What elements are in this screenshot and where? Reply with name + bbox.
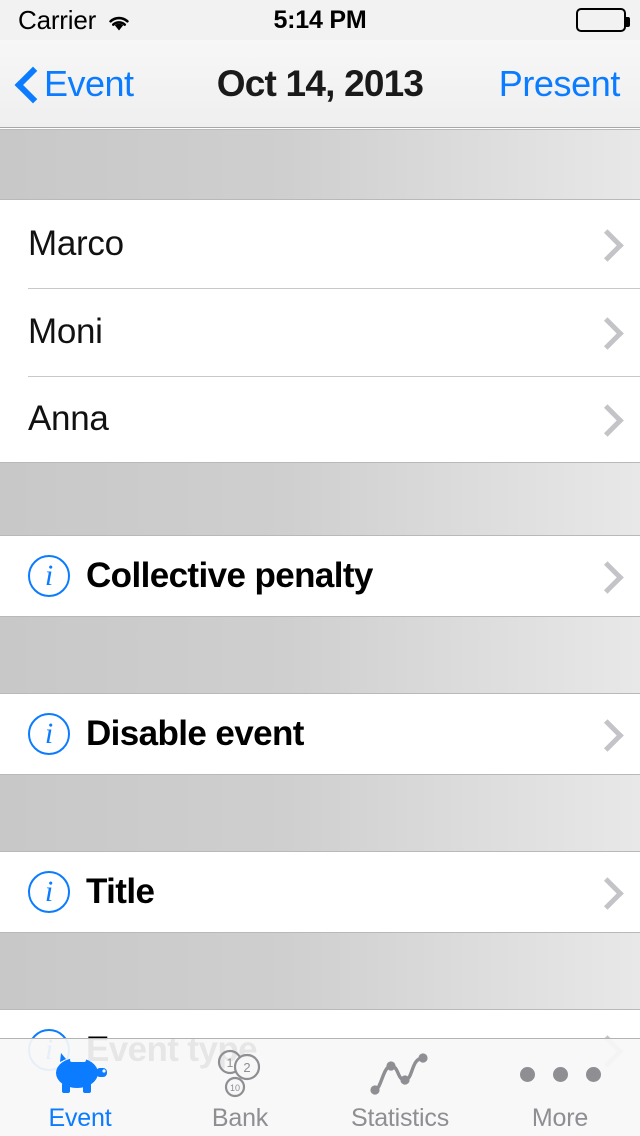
tab-label: More (531, 1104, 589, 1132)
coins-icon: 1 2 10 (210, 1048, 270, 1100)
svg-text:2: 2 (243, 1060, 250, 1075)
battery-cap (626, 17, 630, 27)
tab-event[interactable]: Event (0, 1039, 160, 1136)
row-label: Anna (28, 399, 109, 438)
table-row-marco[interactable]: Marco (0, 200, 640, 288)
row-label: Collective penalty (86, 556, 373, 595)
ellipsis-dots (519, 1066, 601, 1082)
chevron-right-icon (596, 560, 616, 592)
settings-table[interactable]: Marco Moni Anna i Collective penalty i D… (0, 129, 640, 1136)
chevron-right-icon (596, 228, 616, 260)
row-label: Marco (28, 224, 124, 263)
row-label: Moni (28, 312, 103, 351)
table-row-title[interactable]: i Title (0, 852, 640, 932)
clock-label: 5:14 PM (273, 5, 367, 34)
tab-label: Event (48, 1104, 112, 1132)
status-bar-right (576, 8, 630, 32)
dot (552, 1066, 568, 1082)
ellipsis-icon (519, 1048, 601, 1100)
dot (585, 1066, 601, 1082)
tab-bar[interactable]: Event 1 2 10 Bank Statistics More (0, 1038, 640, 1136)
chevron-right-icon (596, 316, 616, 348)
section-gap (0, 932, 640, 1010)
tab-more[interactable]: More (480, 1039, 640, 1136)
table-row-collective-penalty[interactable]: i Collective penalty (0, 536, 640, 616)
iphone-screen: Carrier 5:14 PM Event Oct 14, 2013 Prese… (0, 0, 640, 1136)
present-button[interactable]: Present (499, 63, 621, 105)
section-gap (0, 774, 640, 852)
row-label: Title (86, 872, 155, 911)
chevron-right-icon (596, 876, 616, 908)
piggy-bank-icon (49, 1048, 111, 1100)
dot (519, 1066, 535, 1082)
tab-label: Bank (211, 1104, 269, 1132)
section-gap (0, 129, 640, 200)
status-bar: Carrier 5:14 PM (0, 0, 640, 40)
tab-statistics[interactable]: Statistics (320, 1039, 480, 1136)
section-gap (0, 462, 640, 536)
section-gap (0, 616, 640, 694)
svg-text:10: 10 (230, 1083, 240, 1093)
line-chart-icon (367, 1048, 433, 1100)
row-label: Disable event (86, 714, 304, 753)
chevron-right-icon (596, 403, 616, 435)
chevron-right-icon (596, 718, 616, 750)
tab-label: Statistics (350, 1104, 450, 1132)
table-row-moni[interactable]: Moni (0, 288, 640, 376)
tab-bank[interactable]: 1 2 10 Bank (160, 1039, 320, 1136)
table-row-disable-event[interactable]: i Disable event (0, 694, 640, 774)
info-circle-icon[interactable]: i (28, 555, 70, 597)
info-circle-icon[interactable]: i (28, 871, 70, 913)
battery-full-icon (576, 8, 630, 32)
info-circle-icon[interactable]: i (28, 713, 70, 755)
table-row-anna[interactable]: Anna (0, 376, 640, 462)
svg-text:1: 1 (227, 1056, 234, 1070)
navigation-bar: Event Oct 14, 2013 Present (0, 40, 640, 128)
